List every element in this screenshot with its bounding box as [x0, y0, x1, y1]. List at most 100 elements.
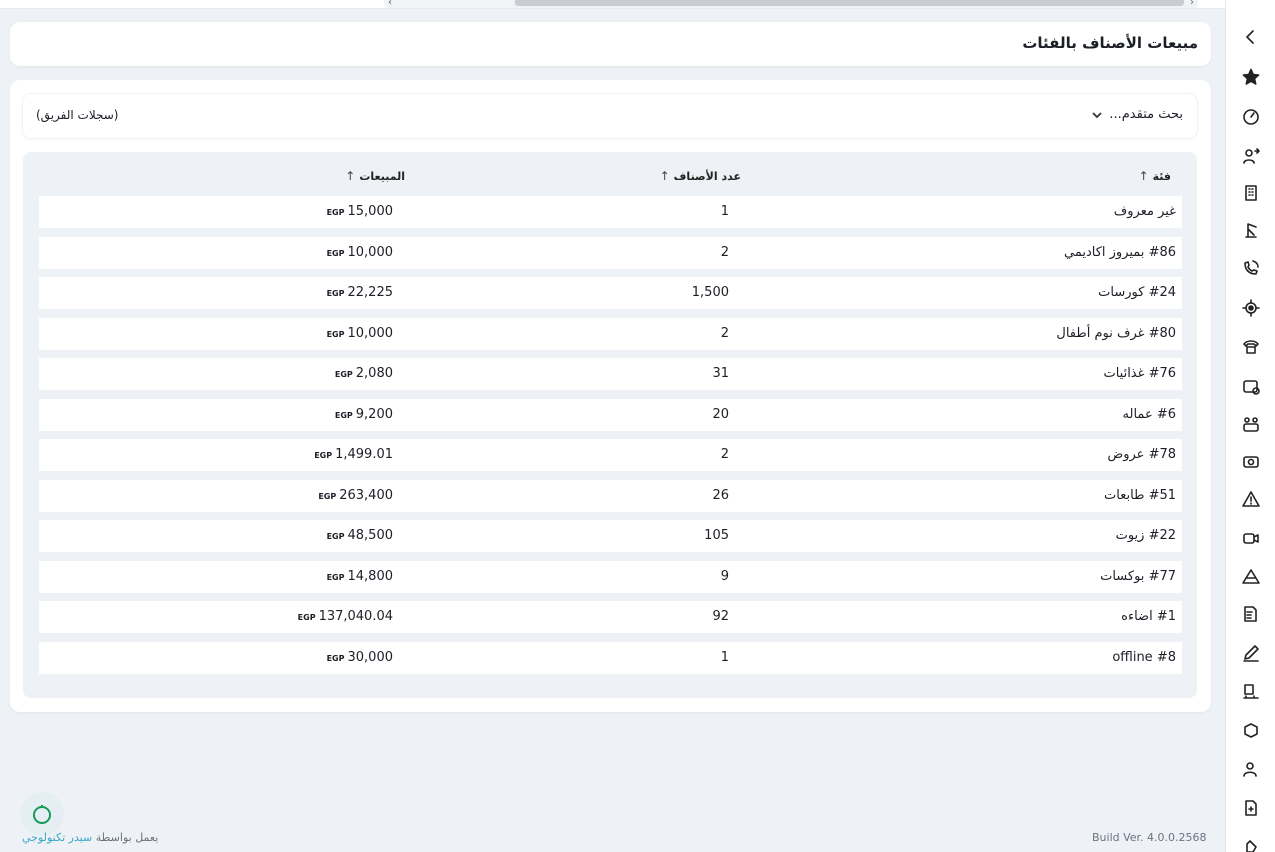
column-label: المبيعات	[359, 169, 405, 183]
sales-value: 10,000	[347, 244, 394, 260]
table-row[interactable]: #24 كورسات 1,500 EGP 22,225	[39, 277, 1182, 309]
sort-arrow-icon: ↑	[659, 169, 670, 183]
report-card: بحث متقدم... (سجلات الفريق) فئة ↑ عدد ال…	[10, 80, 1211, 712]
table-row[interactable]: #77 بوكسات 9 EGP 14,800	[39, 560, 1182, 593]
column-header-category[interactable]: فئة ↑	[1139, 169, 1171, 183]
sort-arrow-icon: ↑	[1138, 169, 1149, 183]
sales-value: 263,400	[339, 487, 393, 503]
cell-count: 9	[720, 568, 729, 584]
table-row[interactable]: #76 غذائيات 31 EGP 2,080	[39, 358, 1182, 390]
powered-by: يعمل بواسطة سيدر تكنولوجي	[22, 831, 158, 844]
truck-box-icon[interactable]	[1239, 680, 1263, 704]
currency-label: EGP	[326, 572, 345, 582]
currency-label: EGP	[326, 208, 345, 217]
warning-icon[interactable]	[1239, 487, 1263, 511]
cell-sales: EGP 14,800	[327, 569, 393, 584]
cell-category: #86 بميروز اكاديمي	[1063, 244, 1176, 260]
cell-sales: EGP 10,000	[327, 245, 393, 260]
sales-value: 22,225	[347, 285, 394, 300]
currency-label: EGP	[326, 289, 345, 298]
brand-link[interactable]: سيدر تكنولوجي	[22, 831, 92, 844]
mountain-icon[interactable]	[1239, 564, 1263, 588]
building-icon[interactable]	[1239, 181, 1263, 205]
card-add-icon[interactable]	[1239, 374, 1263, 398]
build-version: Build Ver. 4.0.0.2568	[1092, 831, 1207, 844]
sales-value: 10,000	[347, 325, 394, 341]
chevron-left-icon[interactable]	[1239, 25, 1263, 49]
cell-sales: EGP 263,400	[318, 488, 393, 503]
table-row[interactable]: #22 زيوت 105 EGP 48,500	[39, 520, 1182, 552]
cell-sales: EGP 137,040.04	[298, 609, 393, 624]
cell-count: 2	[720, 325, 729, 341]
scroll-left-icon[interactable]: ‹	[388, 0, 392, 8]
crane-icon[interactable]	[1239, 218, 1263, 242]
cell-count: 26	[712, 487, 729, 503]
cell-sales: EGP 22,225	[327, 285, 393, 300]
sales-value: 30,000	[347, 649, 394, 665]
sales-value: 1,499.01	[335, 447, 393, 462]
page-header: مبيعات الأصناف بالفئات	[10, 22, 1211, 66]
chevron-down-icon	[1092, 111, 1102, 118]
cell-sales: EGP 10,000	[327, 326, 393, 341]
cube-truck-icon[interactable]	[1239, 719, 1263, 743]
advanced-search-panel: بحث متقدم... (سجلات الفريق)	[23, 94, 1197, 138]
speedometer-icon[interactable]	[1239, 104, 1263, 128]
telephone-icon[interactable]	[1239, 334, 1263, 358]
cell-category: #77 بوكسات	[1100, 568, 1176, 584]
currency-label: EGP	[318, 491, 337, 501]
sidebar	[1225, 0, 1275, 852]
cell-count: 31	[712, 366, 729, 381]
users-exchange-icon[interactable]	[1239, 144, 1263, 168]
cell-category: #80 غرف نوم أطفال	[1056, 325, 1176, 341]
table-row[interactable]: #1 اضاءه 92 EGP 137,040.04	[39, 601, 1182, 633]
hand-icon[interactable]	[1239, 833, 1263, 852]
horizontal-scrollbar[interactable]: ‹ ›	[384, 0, 1198, 8]
cell-category: #51 طابعات	[1104, 487, 1176, 503]
cell-count: 92	[712, 609, 729, 624]
cell-sales: EGP 15,000	[327, 204, 393, 219]
table-row[interactable]: #80 غرف نوم أطفال 2 EGP 10,000	[39, 317, 1182, 350]
cell-category: غير معروف	[1113, 204, 1176, 219]
table-row[interactable]: غير معروف 1 EGP 15,000	[39, 196, 1182, 228]
scrollbar-thumb[interactable]	[515, 0, 1184, 6]
currency-label: EGP	[314, 451, 333, 460]
cell-count: 1	[720, 204, 729, 219]
user-phone-icon[interactable]	[1239, 757, 1263, 781]
document-add-icon[interactable]	[1239, 796, 1263, 820]
column-label: فئة	[1152, 169, 1171, 183]
cell-sales: EGP 30,000	[327, 650, 393, 665]
money-icon[interactable]	[1239, 450, 1263, 474]
scroll-right-icon[interactable]: ›	[1190, 0, 1194, 8]
column-header-count[interactable]: عدد الأصناف ↑	[660, 169, 741, 183]
table-row[interactable]: #86 بميروز اكاديمي 2 EGP 10,000	[39, 236, 1182, 269]
sales-value: 15,000	[347, 204, 394, 219]
cell-count: 2	[720, 447, 729, 462]
phone-call-icon[interactable]	[1239, 256, 1263, 280]
cell-count: 105	[704, 528, 729, 543]
video-icon[interactable]	[1239, 526, 1263, 550]
currency-label: EGP	[326, 329, 345, 339]
sales-value: 9,200	[355, 406, 393, 422]
column-header-sales[interactable]: المبيعات ↑	[345, 169, 405, 183]
sales-table: فئة ↑ عدد الأصناف ↑ المبيعات ↑ غير معروف…	[23, 152, 1197, 698]
cell-sales: EGP 2,080	[335, 366, 393, 381]
team-icon[interactable]	[1239, 412, 1263, 436]
timer-icon	[33, 805, 51, 824]
table-row[interactable]: #78 عروض 2 EGP 1,499.01	[39, 439, 1182, 471]
star-icon[interactable]	[1239, 65, 1263, 89]
advanced-search-toggle[interactable]: بحث متقدم...	[1091, 107, 1183, 122]
invoice-dollar-icon[interactable]	[1239, 602, 1263, 626]
currency-label: EGP	[326, 248, 345, 258]
currency-label: EGP	[297, 613, 316, 622]
table-row[interactable]: #8 offline 1 EGP 30,000	[39, 641, 1182, 674]
pen-icon[interactable]	[1239, 641, 1263, 665]
cell-category: #8 offline	[1112, 649, 1176, 665]
help-chat-button[interactable]	[20, 792, 64, 836]
location-target-icon[interactable]	[1239, 296, 1263, 320]
cell-category: #22 زيوت	[1115, 528, 1176, 543]
table-row[interactable]: #51 طابعات 26 EGP 263,400	[39, 479, 1182, 512]
currency-label: EGP	[326, 532, 345, 541]
cell-sales: EGP 9,200	[335, 407, 393, 422]
cell-sales: EGP 48,500	[327, 528, 393, 543]
table-row[interactable]: #6 عماله 20 EGP 9,200	[39, 398, 1182, 431]
